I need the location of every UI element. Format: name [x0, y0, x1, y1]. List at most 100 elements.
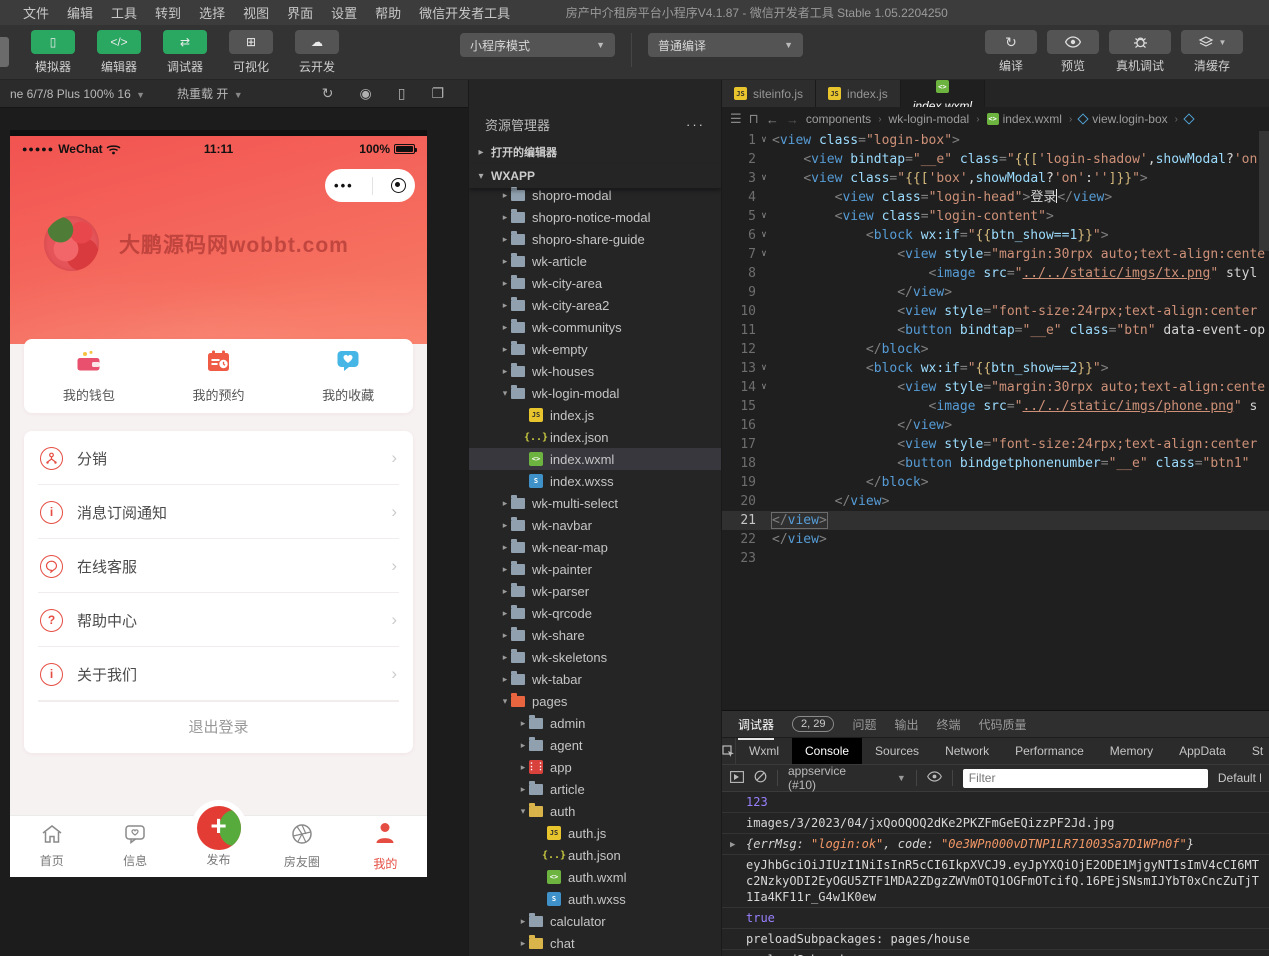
breadcrumb-item[interactable]: <>index.wxml — [987, 112, 1062, 126]
tree-item[interactable]: ▸wk-empty — [469, 338, 721, 360]
breadcrumb-item[interactable]: components — [806, 112, 871, 126]
list-item-online-service[interactable]: 在线客服› — [24, 539, 413, 593]
fold-icon[interactable] — [756, 435, 772, 454]
code-line[interactable]: 19 </block> — [722, 473, 1269, 492]
console-row[interactable]: true — [722, 908, 1269, 929]
console-row[interactable]: preloadSubpackages: pages/house — [722, 929, 1269, 950]
code-line[interactable]: 20 </view> — [722, 492, 1269, 511]
menu-item[interactable]: 转到 — [146, 3, 190, 22]
tree-item[interactable]: <>auth.wxml — [469, 866, 721, 888]
user-profile[interactable]: 大鹏源码网wobbt.com — [44, 216, 349, 271]
tree-item[interactable]: ▸wk-multi-select — [469, 492, 721, 514]
device-select[interactable]: ne 6/7/8 Plus 100% 16 ▼ — [10, 87, 145, 101]
tree-item[interactable]: <>index.wxml — [469, 448, 721, 470]
menu-item[interactable]: 视图 — [234, 3, 278, 22]
menu-bar[interactable]: 文件编辑工具转到选择视图界面设置帮助微信开发者工具 — [0, 3, 519, 22]
devtools-tab-Wxml[interactable]: Wxml — [736, 738, 792, 764]
tab-moments[interactable]: 房友圈 — [260, 816, 343, 877]
code-line[interactable]: 1∨<view class="login-box"> — [722, 131, 1269, 150]
tree-item[interactable]: ▸chat — [469, 932, 721, 954]
tree-item[interactable]: ▸wk-houses — [469, 360, 721, 382]
tree-item[interactable]: ▾auth — [469, 800, 721, 822]
tree-item[interactable]: ▸wk-article — [469, 250, 721, 272]
devtools-tab-Console[interactable]: Console — [792, 738, 862, 764]
eye-icon[interactable] — [927, 771, 942, 785]
code-line[interactable]: 3∨ <view class="{{['box',showModal?'on':… — [722, 169, 1269, 188]
code-line[interactable]: 21</view> — [722, 511, 1269, 530]
code-line[interactable]: 9 </view> — [722, 283, 1269, 302]
toggle-inspector[interactable]: ⇄调试器 — [159, 30, 211, 75]
fold-icon[interactable] — [756, 549, 772, 568]
code-line[interactable]: 17 <view style="font-size:24rpx;text-ali… — [722, 435, 1269, 454]
editor-tab-index.js[interactable]: JSindex.js — [816, 80, 901, 107]
menu-item[interactable]: 文件 — [14, 3, 58, 22]
tree-item[interactable]: ▸wk-near-map — [469, 536, 721, 558]
hot-reload-toggle[interactable]: 热重载 开 ▼ — [177, 85, 243, 102]
device-frame-icon[interactable]: ▯ — [398, 85, 406, 102]
console-row[interactable]: 123 — [722, 792, 1269, 813]
fold-icon[interactable] — [756, 321, 772, 340]
close-minimize-icon[interactable] — [391, 178, 406, 193]
devtools-tab-Sources[interactable]: Sources — [862, 738, 932, 764]
fold-icon[interactable] — [756, 150, 772, 169]
open-editors-section[interactable]: ▸ 打开的编辑器 — [469, 140, 721, 164]
code-line[interactable]: 11 <button bindtap="__e" class="btn" dat… — [722, 321, 1269, 340]
tab-publish[interactable]: 发布 — [177, 816, 260, 877]
project-root-section[interactable]: ▾ WXAPP — [469, 164, 721, 188]
code-line[interactable]: 7∨ <view style="margin:30rpx auto;text-a… — [722, 245, 1269, 264]
fold-icon[interactable] — [756, 473, 772, 492]
fold-icon[interactable] — [756, 397, 772, 416]
menu-item[interactable]: 工具 — [102, 3, 146, 22]
inspect-element-icon[interactable] — [722, 738, 736, 764]
debugger-tab-调试器[interactable]: 调试器 — [738, 716, 774, 733]
expand-icon[interactable]: ▶ — [730, 837, 735, 853]
tree-item[interactable]: ▸wk-communitys — [469, 316, 721, 338]
devtools-tab-Performance[interactable]: Performance — [1002, 738, 1097, 764]
fold-icon[interactable]: ∨ — [756, 169, 772, 188]
code-line[interactable]: 2 <view bindtap="__e" class="{{['login-s… — [722, 150, 1269, 169]
code-line[interactable]: 13∨ <block wx:if="{{btn_show==2}}"> — [722, 359, 1269, 378]
fold-icon[interactable] — [756, 264, 772, 283]
tab-profile[interactable]: 我的 — [344, 816, 427, 877]
list-item-subscribe-info[interactable]: i消息订阅通知› — [24, 485, 413, 539]
breadcrumb-item[interactable]: view.login-box — [1079, 112, 1167, 126]
tree-item[interactable]: Sauth.wxss — [469, 888, 721, 910]
menu-item[interactable]: 界面 — [278, 3, 322, 22]
fold-icon[interactable]: ∨ — [756, 378, 772, 397]
tab-message[interactable]: 信息 — [93, 816, 176, 877]
list-item-help[interactable]: ?帮助中心› — [24, 593, 413, 647]
toggle-editor[interactable]: </>编辑器 — [93, 30, 145, 75]
code-line[interactable]: 6∨ <block wx:if="{{btn_show==1}}"> — [722, 226, 1269, 245]
breadcrumb-item[interactable]: wk-login-modal — [889, 112, 970, 126]
console-row[interactable]: preloadSubpackages: success — [722, 950, 1269, 956]
tree-item[interactable]: JSindex.js — [469, 404, 721, 426]
tree-item[interactable]: ▾pages — [469, 690, 721, 712]
publish-icon[interactable] — [197, 806, 241, 850]
devtools-tab-AppData[interactable]: AppData — [1166, 738, 1239, 764]
fold-icon[interactable] — [756, 511, 772, 530]
fold-icon[interactable]: ∨ — [756, 131, 772, 150]
tree-item[interactable]: ▸admin — [469, 712, 721, 734]
code-line[interactable]: 18 <button bindgetphonenumber="__e" clas… — [722, 454, 1269, 473]
editor-scrollbar[interactable] — [1259, 131, 1269, 251]
fold-icon[interactable]: ∨ — [756, 226, 772, 245]
toggle-cloud[interactable]: ☁云开发 — [291, 30, 343, 75]
quick-item-favorite-bubble[interactable]: 我的收藏 — [283, 339, 413, 413]
outline-icon[interactable]: ☰ — [730, 111, 742, 127]
devtools-tab-Memory[interactable]: Memory — [1097, 738, 1166, 764]
back-icon[interactable]: ← — [766, 112, 779, 127]
tree-item[interactable]: ▸wk-city-area — [469, 272, 721, 294]
quick-item-wallet[interactable]: 我的钱包 — [24, 339, 154, 413]
list-item-about[interactable]: i关于我们› — [24, 647, 413, 701]
fold-icon[interactable]: ∨ — [756, 207, 772, 226]
tree-item[interactable]: Sindex.wxss — [469, 470, 721, 492]
clear-console-icon[interactable] — [754, 770, 767, 786]
more-actions-icon[interactable]: ··· — [686, 117, 705, 132]
toggle-visual[interactable]: ⊞可视化 — [225, 30, 277, 75]
fold-icon[interactable] — [756, 454, 772, 473]
more-icon[interactable]: ••• — [334, 178, 354, 193]
debugger-tab-输出[interactable]: 输出 — [895, 716, 919, 733]
tree-item[interactable]: ▸wk-city-area2 — [469, 294, 721, 316]
menu-item[interactable]: 选择 — [190, 3, 234, 22]
console-output[interactable]: 123images/3/2023/04/jxQoOQOQ2dKe2PKZFmGe… — [722, 792, 1269, 956]
